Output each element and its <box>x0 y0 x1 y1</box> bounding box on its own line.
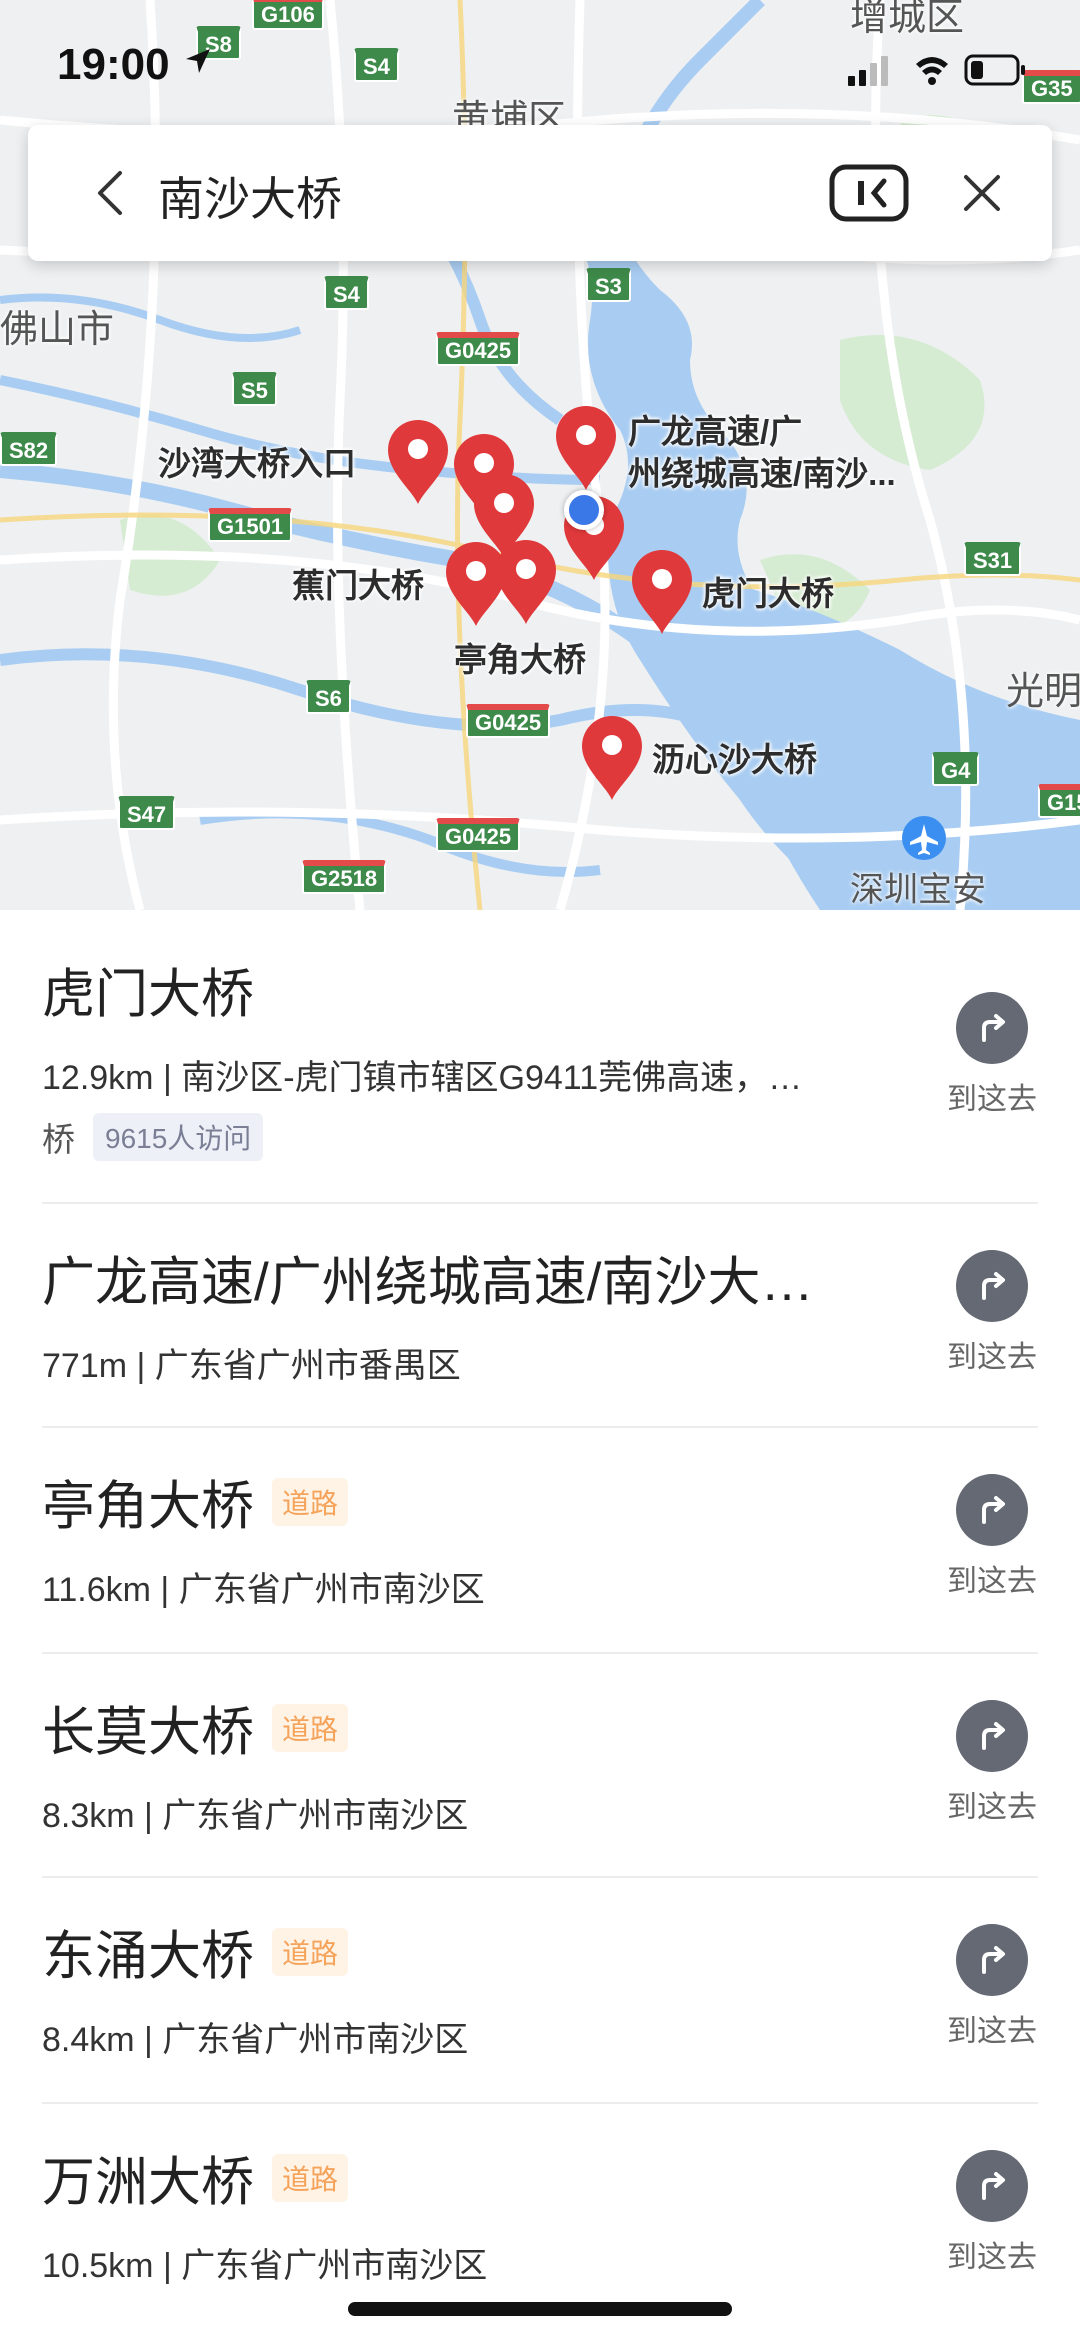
map-label[interactable]: 州绕城高速/南沙... <box>628 454 896 494</box>
search-input[interactable]: 南沙大桥 <box>158 163 342 229</box>
list-item[interactable]: 亭角大桥 道路 11.6km | 广东省广州市南沙区 到这去 <box>42 1428 1038 1654</box>
turn-right-icon[interactable] <box>956 1924 1028 1996</box>
road-shield: S5 <box>232 372 277 406</box>
result-subtitle: 10.5km | 广东省广州市南沙区 <box>42 2247 488 2285</box>
scan-icon[interactable] <box>828 161 910 225</box>
result-title: 万洲大桥 <box>42 2153 254 2212</box>
turn-right-icon[interactable] <box>956 1700 1028 1772</box>
road-shield: S47 <box>118 796 176 830</box>
wifi-icon <box>916 57 948 85</box>
road-shield: S82 <box>0 432 58 466</box>
navigate-label: 到这去 <box>947 1341 1037 1374</box>
road-shield: G0425 <box>436 332 521 366</box>
list-item[interactable]: 广龙高速/广州绕城高速/南沙大… 771m | 广东省广州市番禺区 到这去 <box>42 1204 1038 1428</box>
navigate-button[interactable]: 到这去 <box>942 2150 1042 2276</box>
location-arrow-icon <box>183 46 213 76</box>
status-time: 19:00 <box>57 40 170 89</box>
road-shield: G4 <box>932 752 980 786</box>
map-label[interactable]: 沥心沙大桥 <box>652 740 817 780</box>
navigate-button[interactable]: 到这去 <box>942 1924 1042 2050</box>
road-shield: G1501 <box>208 508 293 542</box>
turn-right-icon[interactable] <box>956 992 1028 1064</box>
turn-right-icon[interactable] <box>956 1250 1028 1322</box>
map-pin[interactable] <box>494 540 558 626</box>
region-label-guangming: 光明 <box>1006 671 1080 713</box>
result-subtitle: 8.3km | 广东省广州市南沙区 <box>42 1797 469 1835</box>
list-item[interactable]: 长莫大桥 道路 8.3km | 广东省广州市南沙区 到这去 <box>42 1654 1038 1878</box>
map-label[interactable]: 广龙高速/广 <box>628 412 802 452</box>
status-icons <box>840 50 1040 90</box>
map-label[interactable]: 蕉门大桥 <box>292 566 424 606</box>
result-title: 广龙高速/广州绕城高速/南沙大… <box>42 1253 814 1312</box>
navigate-button[interactable]: 到这去 <box>942 992 1042 1118</box>
map-label[interactable]: 亭角大桥 <box>454 640 586 680</box>
back-icon[interactable] <box>86 167 138 219</box>
road-shield: G0425 <box>436 818 521 852</box>
result-extra: 桥 9615人访问 <box>42 1113 1038 1161</box>
home-indicator[interactable] <box>348 2302 732 2316</box>
list-item[interactable]: 虎门大桥 12.9km | 南沙区-虎门镇市辖区G9411莞佛高速，… 桥 96… <box>42 910 1038 1204</box>
list-item[interactable]: 东涌大桥 道路 8.4km | 广东省广州市南沙区 到这去 <box>42 1878 1038 2104</box>
result-title: 长莫大桥 <box>42 1703 254 1762</box>
road-shield: G15 <box>1038 784 1080 818</box>
map-pin[interactable] <box>630 550 694 636</box>
result-title: 东涌大桥 <box>42 1927 254 1986</box>
status-bar: 19:00 <box>0 0 1080 130</box>
region-label-shenzhen-baoan: 深圳宝安 <box>850 871 986 909</box>
road-tag: 道路 <box>272 1704 349 1752</box>
map-pin[interactable] <box>386 420 450 506</box>
road-shield: S4 <box>324 276 369 310</box>
navigate-button[interactable]: 到这去 <box>942 1700 1042 1826</box>
region-label-foshan: 佛山市 <box>0 309 115 351</box>
navigate-label: 到这去 <box>947 1083 1037 1116</box>
search-bar[interactable]: 南沙大桥 <box>28 125 1052 261</box>
navigate-label: 到这去 <box>947 2015 1037 2048</box>
map-pin[interactable] <box>580 716 644 802</box>
road-tag: 道路 <box>272 2154 349 2202</box>
road-tag: 道路 <box>272 1478 349 1526</box>
battery-icon <box>964 54 1025 86</box>
road-shield: S3 <box>586 268 631 302</box>
road-shield: G0425 <box>466 704 551 738</box>
road-tag: 道路 <box>272 1928 349 1976</box>
road-shield: G2518 <box>302 860 387 894</box>
map-label[interactable]: 虎门大桥 <box>702 574 834 614</box>
current-location-dot <box>564 490 604 530</box>
navigate-button[interactable]: 到这去 <box>942 1250 1042 1376</box>
result-subtitle: 771m | 广东省广州市番禺区 <box>42 1347 461 1385</box>
result-extra-text: 桥 <box>42 1121 75 1158</box>
signal-icon <box>848 56 888 86</box>
airport-icon <box>902 816 946 860</box>
turn-right-icon[interactable] <box>956 2150 1028 2222</box>
result-title: 虎门大桥 <box>42 965 254 1024</box>
road-shield: S6 <box>306 680 351 714</box>
navigate-label: 到这去 <box>947 2241 1037 2274</box>
list-item[interactable]: 万洲大桥 道路 10.5km | 广东省广州市南沙区 到这去 <box>42 2104 1038 2330</box>
result-subtitle: 12.9km | 南沙区-虎门镇市辖区G9411莞佛高速，… <box>42 1059 803 1097</box>
navigate-label: 到这去 <box>947 1791 1037 1824</box>
visit-count-badge: 9615人访问 <box>93 1113 264 1161</box>
results-list: 虎门大桥 12.9km | 南沙区-虎门镇市辖区G9411莞佛高速，… 桥 96… <box>0 910 1080 2330</box>
result-subtitle: 8.4km | 广东省广州市南沙区 <box>42 2021 469 2059</box>
result-title: 亭角大桥 <box>42 1477 254 1536</box>
close-icon[interactable] <box>958 169 1006 217</box>
navigate-label: 到这去 <box>947 1565 1037 1598</box>
result-subtitle: 11.6km | 广东省广州市南沙区 <box>42 1571 485 1609</box>
road-shield: S31 <box>964 542 1022 576</box>
map-pin[interactable] <box>554 406 618 492</box>
navigate-button[interactable]: 到这去 <box>942 1474 1042 1600</box>
map-label[interactable]: 沙湾大桥入口 <box>158 444 356 484</box>
turn-right-icon[interactable] <box>956 1474 1028 1546</box>
